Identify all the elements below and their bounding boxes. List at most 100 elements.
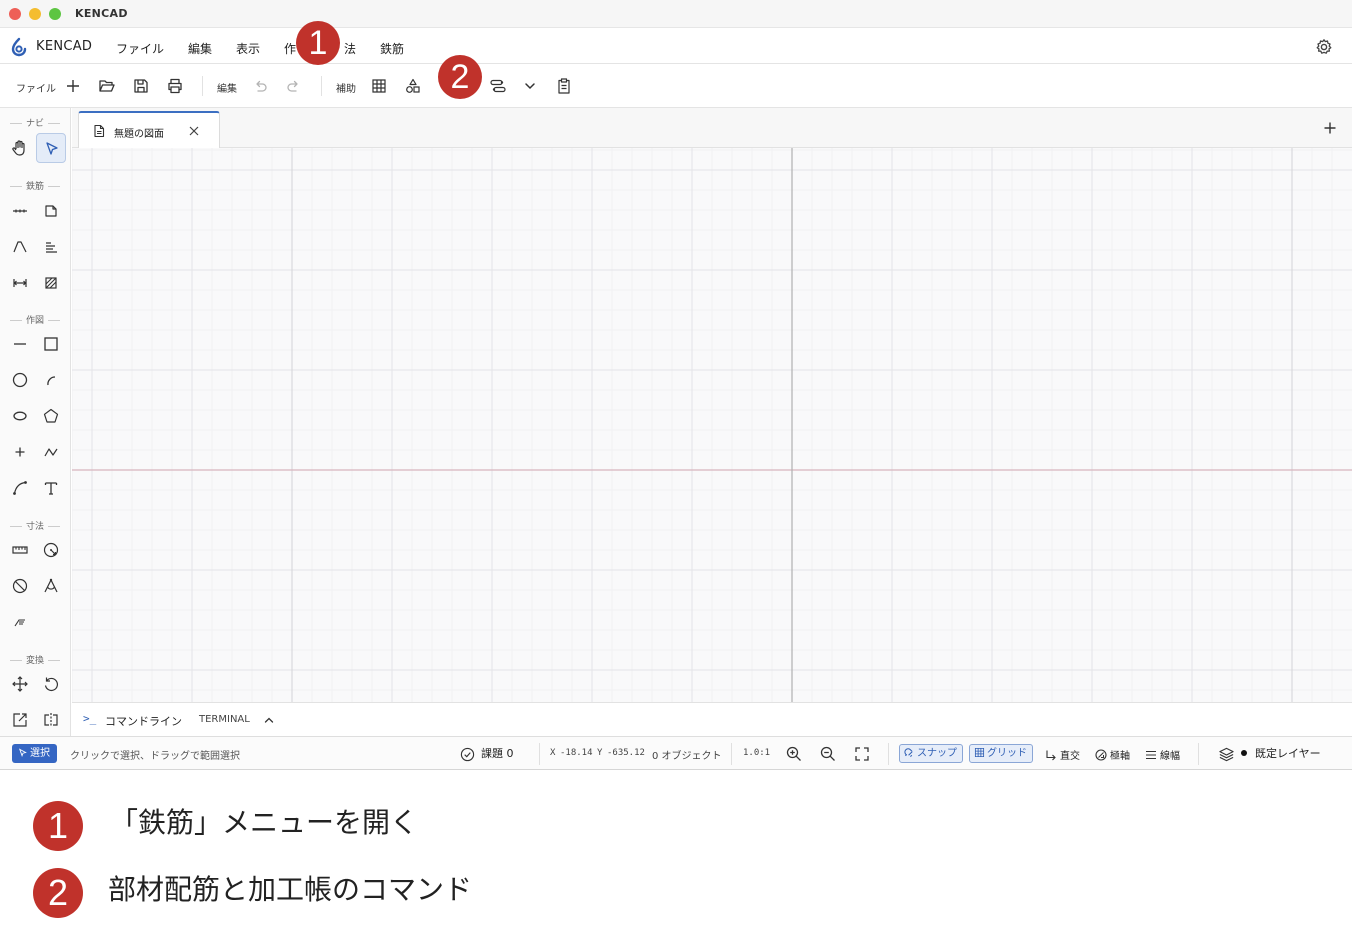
grid-icon bbox=[974, 747, 985, 757]
layer-selector[interactable]: 既定レイヤー bbox=[1218, 745, 1321, 763]
close-icon[interactable] bbox=[187, 124, 201, 138]
document-icon bbox=[94, 124, 105, 138]
menu-bar: KENCAD ファイル 編集 表示 作 法 鉄筋 bbox=[0, 28, 1352, 64]
rebar-hatch-tool[interactable] bbox=[36, 268, 66, 298]
polar-toggle[interactable]: 極軸 bbox=[1095, 747, 1130, 762]
bar-settings-icon[interactable] bbox=[488, 76, 508, 96]
tab-untitled-drawing[interactable]: 無題の図面 bbox=[78, 111, 220, 148]
mirror-icon bbox=[44, 713, 58, 727]
leader-icon bbox=[14, 619, 25, 627]
plus-icon[interactable] bbox=[63, 76, 83, 96]
linear-dimension-tool[interactable] bbox=[5, 535, 35, 565]
ortho-label: 直交 bbox=[1060, 751, 1080, 762]
minimize-window-button[interactable] bbox=[29, 8, 41, 20]
lineweight-toggle[interactable]: 線幅 bbox=[1145, 747, 1180, 762]
grid-toggle[interactable]: グリッド bbox=[969, 744, 1033, 763]
chevron-up-icon[interactable] bbox=[263, 714, 275, 726]
command-line-title: コマンドライン bbox=[105, 715, 182, 728]
polar-icon bbox=[1095, 749, 1107, 761]
toolbar-edit-label: 編集 bbox=[217, 84, 237, 95]
undo-icon[interactable] bbox=[250, 76, 270, 96]
arc-tool[interactable] bbox=[36, 365, 66, 395]
shapes-icon[interactable] bbox=[403, 76, 423, 96]
menu-file[interactable]: ファイル bbox=[116, 40, 164, 57]
circle-tool[interactable] bbox=[5, 365, 35, 395]
polygon-tool[interactable] bbox=[36, 401, 66, 431]
angle-dimension-tool[interactable] bbox=[36, 571, 66, 601]
rebar-bend-tool[interactable] bbox=[5, 232, 35, 262]
clipboard-icon[interactable] bbox=[554, 76, 574, 96]
rebar-span-tool[interactable] bbox=[5, 268, 35, 298]
chevron-down-icon[interactable] bbox=[520, 76, 540, 96]
layers-icon bbox=[1219, 747, 1234, 761]
mirror-tool[interactable] bbox=[36, 705, 66, 735]
magnet-icon bbox=[904, 747, 913, 757]
menu-rebar[interactable]: 鉄筋 bbox=[380, 40, 404, 57]
save-icon[interactable] bbox=[131, 76, 151, 96]
folder-open-icon[interactable] bbox=[97, 76, 117, 96]
scale-tool[interactable] bbox=[5, 705, 35, 735]
grid-icon[interactable] bbox=[369, 76, 389, 96]
diameter-dimension-tool[interactable] bbox=[5, 571, 35, 601]
ortho-toggle[interactable]: 直交 bbox=[1045, 747, 1080, 762]
terminal-tab[interactable]: TERMINAL bbox=[199, 714, 250, 725]
radius-icon bbox=[43, 542, 59, 558]
status-separator bbox=[539, 743, 540, 765]
fit-view-icon[interactable] bbox=[853, 745, 871, 763]
polyline-tool[interactable] bbox=[36, 437, 66, 467]
rebar-stirrup-tool[interactable] bbox=[36, 196, 66, 226]
new-tab-plus-icon[interactable] bbox=[1322, 120, 1338, 136]
gear-icon[interactable] bbox=[1315, 38, 1333, 56]
menu-edit[interactable]: 編集 bbox=[188, 40, 212, 57]
issues-indicator[interactable]: 課題 0 bbox=[460, 745, 514, 762]
point-tool[interactable] bbox=[5, 437, 35, 467]
toolbar: ファイル 編集 補助 bbox=[0, 64, 1352, 108]
scale-icon bbox=[13, 713, 27, 727]
redo-icon[interactable] bbox=[284, 76, 304, 96]
tool-palette: ナビ 鉄筋 作図 寸法 変換 bbox=[0, 108, 71, 736]
palette-category-dimension: 寸法 bbox=[0, 519, 70, 532]
angle-icon bbox=[44, 578, 58, 593]
close-window-button[interactable] bbox=[9, 8, 21, 20]
zoom-in-icon[interactable] bbox=[785, 745, 803, 763]
line-tool[interactable] bbox=[5, 329, 35, 359]
rotate-tool[interactable] bbox=[36, 669, 66, 699]
kencad-logo-icon bbox=[11, 37, 27, 57]
legend-marker-2: 2 bbox=[33, 868, 83, 918]
ortho-icon bbox=[1046, 750, 1056, 761]
rebar-list-tool[interactable] bbox=[36, 232, 66, 262]
text-icon bbox=[44, 482, 58, 495]
text-tool[interactable] bbox=[36, 473, 66, 503]
ellipse-tool[interactable] bbox=[5, 401, 35, 431]
rectangle-icon bbox=[44, 337, 58, 351]
circle-icon bbox=[12, 372, 28, 388]
select-tool[interactable] bbox=[36, 133, 66, 163]
toolbar-file-label: ファイル bbox=[16, 84, 56, 95]
move-tool[interactable] bbox=[5, 669, 35, 699]
hatch-icon bbox=[45, 277, 57, 289]
radius-dimension-tool[interactable] bbox=[36, 535, 66, 565]
leader-tool[interactable] bbox=[5, 607, 35, 637]
pan-tool[interactable] bbox=[5, 133, 35, 163]
rebar-line-tool[interactable] bbox=[5, 196, 35, 226]
zoom-out-icon[interactable] bbox=[819, 745, 837, 763]
span-icon bbox=[13, 279, 27, 287]
app-name: KENCAD bbox=[36, 39, 93, 54]
drawing-canvas[interactable] bbox=[72, 148, 1352, 702]
rectangle-tool[interactable] bbox=[36, 329, 66, 359]
cursor-icon bbox=[18, 747, 27, 757]
menu-view[interactable]: 表示 bbox=[236, 40, 260, 57]
rebar-line-icon bbox=[13, 209, 27, 213]
grid-label: グリッド bbox=[987, 748, 1027, 759]
menu-dimension[interactable]: 法 bbox=[344, 40, 356, 57]
menu-draw[interactable]: 作 bbox=[284, 40, 296, 57]
legend-note-2: 部材配筋と加工帳のコマンド bbox=[108, 874, 473, 905]
zoom-window-button[interactable] bbox=[49, 8, 61, 20]
mode-label: 選択 bbox=[30, 748, 50, 759]
spline-tool[interactable] bbox=[5, 473, 35, 503]
snap-label: スナップ bbox=[917, 748, 957, 759]
palette-category-draw: 作図 bbox=[0, 313, 70, 326]
mode-badge[interactable]: 選択 bbox=[12, 744, 57, 763]
snap-toggle[interactable]: スナップ bbox=[899, 744, 963, 763]
print-icon[interactable] bbox=[165, 76, 185, 96]
